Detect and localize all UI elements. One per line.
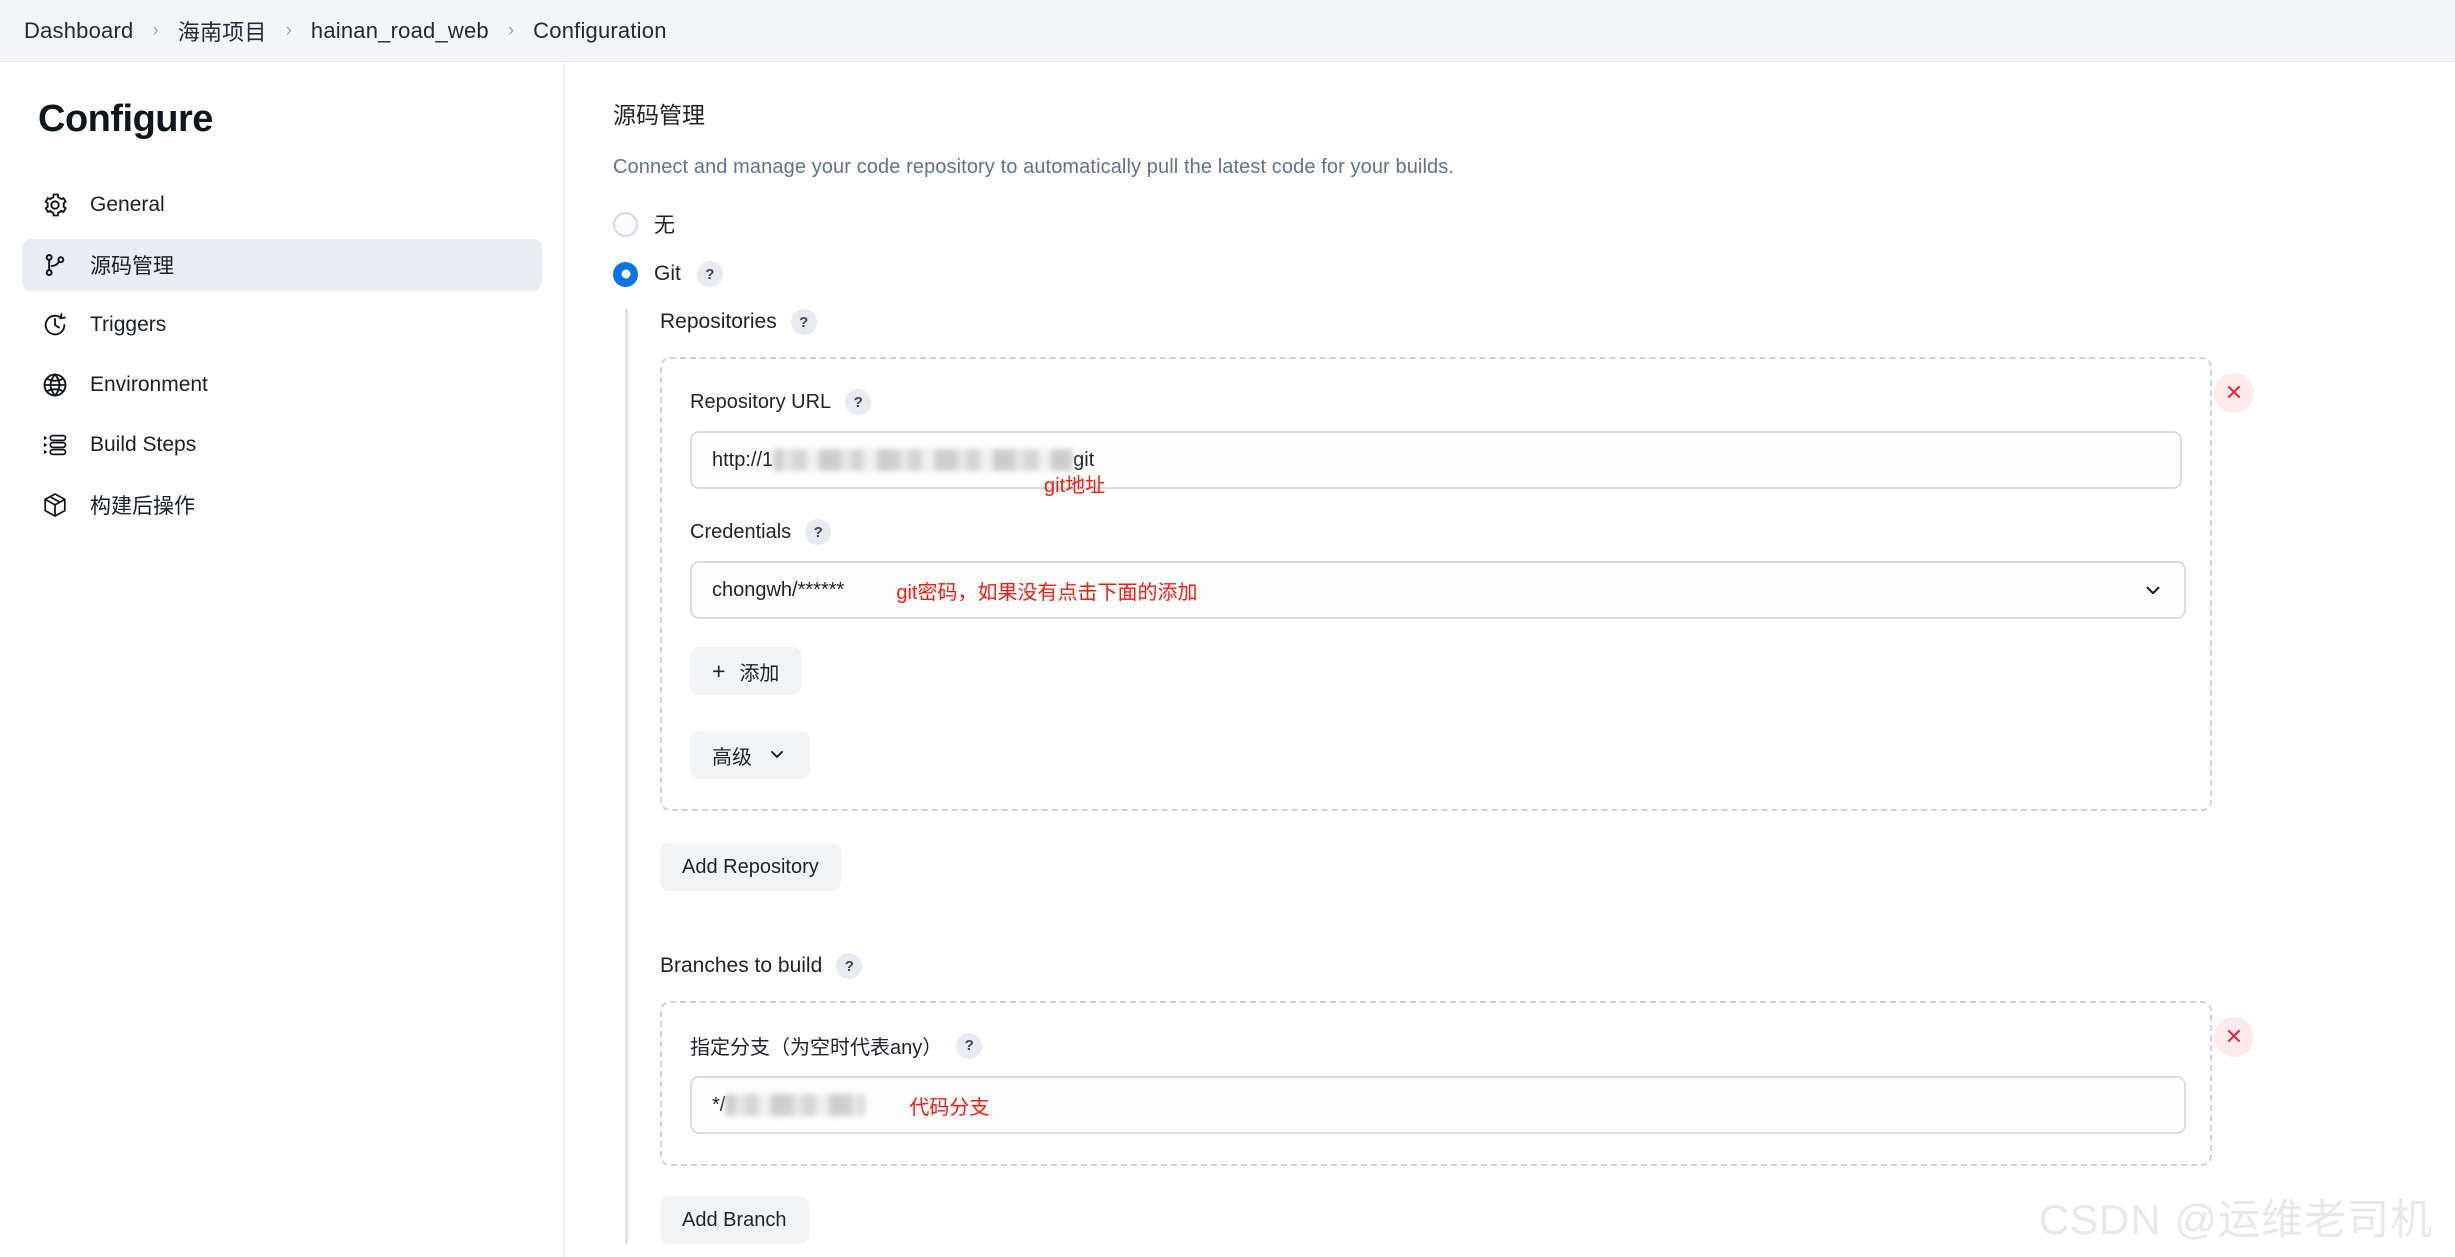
remove-branch-button[interactable]: ✕ (2214, 1017, 2254, 1057)
repository-url-label-row: Repository URL ? (690, 389, 2182, 415)
breadcrumb-item-dashboard[interactable]: Dashboard (24, 18, 133, 44)
sidebar-item-source-code-management[interactable]: 源码管理 (22, 239, 542, 291)
configure-sidebar: Configure General 源码管理 Triggers Environm… (0, 62, 565, 1257)
add-branch-button[interactable]: Add Branch (660, 1196, 809, 1244)
section-description: Connect and manage your code repository … (613, 156, 1454, 178)
sidebar-item-build-steps[interactable]: Build Steps (22, 419, 542, 471)
sidebar-item-label: 构建后操作 (90, 495, 195, 518)
advanced-label: 高级 (712, 746, 752, 769)
radio-git-label: Git (654, 262, 681, 285)
credentials-label: Credentials (690, 520, 792, 543)
scm-option-git[interactable]: Git ? (613, 261, 2455, 287)
repository-url-prefix: http://1 (712, 448, 774, 471)
source-branch-icon (40, 250, 70, 280)
redacted-branch-segment (725, 1094, 866, 1116)
add-branch-label: Add Branch (682, 1208, 787, 1231)
repositories-label: Repositories (660, 310, 777, 333)
breadcrumb: Dashboard › 海南项目 › hainan_road_web › Con… (0, 0, 2455, 62)
sidebar-item-triggers[interactable]: Triggers (22, 299, 542, 351)
sidebar-item-environment[interactable]: Environment (22, 359, 542, 411)
help-icon-repositories[interactable]: ? (790, 309, 817, 335)
add-credential-button[interactable]: + 添加 (690, 647, 802, 695)
help-icon-branches[interactable]: ? (836, 953, 863, 979)
credentials-label-row: Credentials ? (690, 519, 2182, 545)
plus-icon: + (712, 657, 726, 684)
add-repository-button[interactable]: Add Repository (660, 843, 841, 891)
scm-config-panel: 源码管理 Connect and manage your code reposi… (565, 62, 2455, 1257)
radio-none-label: 无 (654, 214, 675, 237)
branch-value-prefix: */ (712, 1093, 726, 1116)
credentials-value: chongwh/****** (712, 578, 845, 601)
help-icon-branch-spec[interactable]: ? (956, 1032, 983, 1059)
branch-card: ✕ 指定分支（为空时代表any） ? */ 代码分支 (660, 1001, 2254, 1166)
radio-git[interactable] (613, 261, 638, 287)
list-steps-icon (40, 430, 70, 460)
breadcrumb-item-configuration[interactable]: Configuration (533, 18, 666, 44)
globe-icon (40, 370, 70, 400)
sidebar-item-post-build-actions[interactable]: 构建后操作 (22, 479, 542, 531)
sidebar-item-label: General (90, 193, 165, 216)
sidebar-item-label: Environment (90, 373, 208, 396)
add-repository-label: Add Repository (682, 855, 819, 878)
branches-to-build-label: Branches to build (660, 954, 823, 977)
branch-spec-input[interactable]: */ 代码分支 (690, 1076, 2186, 1134)
radio-none[interactable] (613, 211, 638, 237)
chevron-down-icon (766, 744, 788, 766)
annotation-git-url: git地址 (1044, 475, 1106, 497)
advanced-toggle-button[interactable]: 高级 (690, 731, 810, 779)
repository-card: ✕ Repository URL ? http://1 git git地址 Cre… (660, 357, 2254, 811)
chevron-down-icon[interactable] (2142, 579, 2164, 601)
branches-label-row: Branches to build ? (660, 953, 2455, 979)
branch-spec-label-row: 指定分支（为空时代表any） ? (690, 1031, 2182, 1060)
breadcrumb-separator: › (507, 20, 515, 41)
sidebar-item-label: 源码管理 (90, 255, 174, 278)
package-icon (40, 490, 70, 520)
page-body: Configure General 源码管理 Triggers Environm… (0, 62, 2455, 1257)
credentials-select[interactable]: chongwh/****** git密码，如果没有点击下面的添加 (690, 561, 2186, 619)
page-title: Configure (38, 98, 213, 140)
breadcrumb-separator: › (285, 20, 292, 41)
help-icon-credentials[interactable]: ? (805, 519, 832, 545)
sidebar-nav: General 源码管理 Triggers Environment Build … (0, 179, 564, 531)
breadcrumb-item-job[interactable]: hainan_road_web (311, 18, 489, 44)
breadcrumb-item-project[interactable]: 海南项目 (178, 15, 267, 47)
annotation-branch: 代码分支 (909, 1096, 990, 1119)
sidebar-item-label: Build Steps (90, 433, 197, 456)
repository-url-input[interactable]: http://1 git (690, 431, 2182, 489)
help-icon-repository-url[interactable]: ? (845, 389, 872, 415)
redacted-url-segment (773, 449, 1074, 471)
gear-icon (40, 190, 70, 220)
repository-url-label: Repository URL (690, 390, 832, 413)
scm-option-none[interactable]: 无 (613, 209, 2455, 239)
branch-spec-label: 指定分支（为空时代表any） (690, 1037, 943, 1059)
repositories-label-row: Repositories ? (660, 309, 2455, 335)
repository-url-row: http://1 git (690, 431, 2182, 489)
remove-repository-button[interactable]: ✕ (2214, 373, 2254, 413)
section-title: 源码管理 (613, 102, 705, 128)
git-settings-block: Repositories ? ✕ Repository URL ? http:/… (625, 309, 2455, 1244)
sidebar-item-general[interactable]: General (22, 179, 542, 231)
add-credential-label: 添加 (739, 662, 780, 685)
annotation-git-password: git密码，如果没有点击下面的添加 (896, 581, 1198, 604)
breadcrumb-separator: › (152, 20, 159, 41)
sidebar-item-label: Triggers (90, 313, 167, 336)
watermark: CSDN @运维老司机 (2038, 1196, 2433, 1243)
help-icon-git[interactable]: ? (696, 261, 723, 287)
clock-icon (40, 310, 70, 340)
